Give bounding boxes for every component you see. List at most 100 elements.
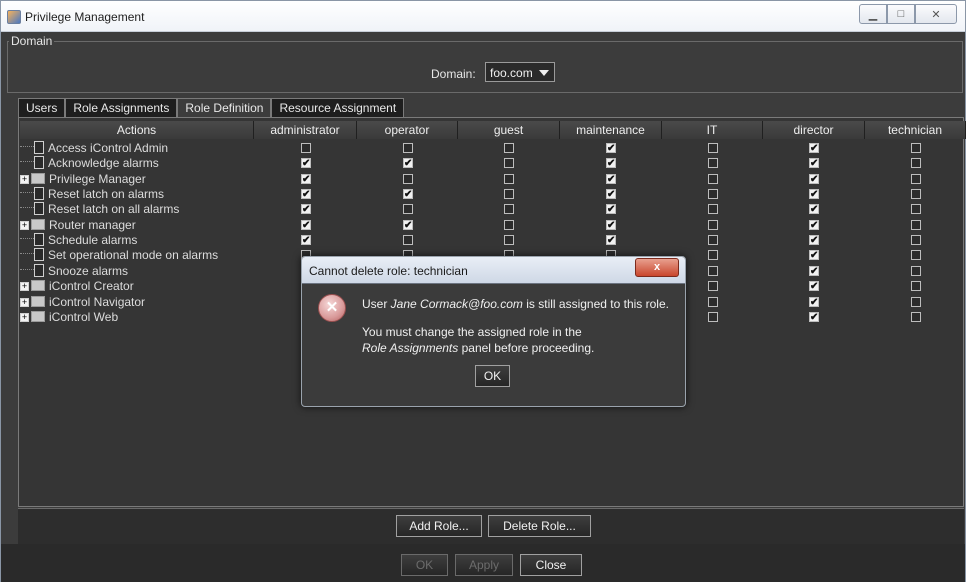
- checkbox-director[interactable]: ✔: [809, 281, 819, 292]
- column-header-operator[interactable]: operator: [357, 121, 458, 139]
- expand-icon[interactable]: +: [20, 174, 29, 184]
- checkbox-administrator[interactable]: [301, 143, 311, 153]
- checkbox-technician[interactable]: [911, 189, 921, 200]
- checkbox-maintenance[interactable]: ✔: [606, 143, 616, 154]
- checkbox-it[interactable]: [708, 173, 718, 184]
- tree-node[interactable]: Reset latch on alarms: [20, 187, 164, 202]
- tree-node[interactable]: + iControl Navigator: [20, 295, 145, 310]
- checkbox-guest[interactable]: [504, 204, 514, 215]
- domain-select[interactable]: foo.com: [485, 62, 555, 82]
- checkbox-operator[interactable]: ✔: [403, 219, 413, 230]
- table-row[interactable]: Schedule alarms ✔ ✔ ✔: [20, 233, 965, 248]
- checkbox-director[interactable]: ✔: [809, 158, 819, 169]
- checkbox-guest[interactable]: [504, 143, 514, 153]
- expand-icon[interactable]: +: [20, 220, 29, 230]
- checkbox-director[interactable]: ✔: [809, 235, 819, 246]
- add-role-button[interactable]: Add Role...: [396, 515, 482, 537]
- checkbox-it[interactable]: [708, 265, 718, 276]
- checkbox-operator[interactable]: [403, 204, 413, 215]
- checkbox-it[interactable]: [708, 235, 718, 246]
- checkbox-it[interactable]: [708, 219, 718, 230]
- expand-icon[interactable]: +: [20, 282, 29, 292]
- tree-node[interactable]: Snooze alarms: [20, 263, 128, 279]
- table-row[interactable]: Reset latch on all alarms ✔ ✔ ✔: [20, 202, 965, 217]
- checkbox-it[interactable]: [708, 296, 718, 307]
- dialog-ok-button[interactable]: OK: [475, 365, 510, 387]
- checkbox-director[interactable]: ✔: [809, 189, 819, 200]
- checkbox-technician[interactable]: [911, 219, 921, 230]
- column-header-technician[interactable]: technician: [865, 121, 966, 139]
- checkbox-maintenance[interactable]: ✔: [606, 173, 616, 184]
- checkbox-administrator[interactable]: ✔: [301, 204, 311, 215]
- checkbox-administrator[interactable]: ✔: [301, 235, 311, 246]
- checkbox-it[interactable]: [708, 250, 718, 261]
- close-window-button[interactable]: ✕: [915, 4, 957, 24]
- checkbox-guest[interactable]: [504, 158, 514, 169]
- checkbox-technician[interactable]: [911, 296, 921, 307]
- checkbox-administrator[interactable]: ✔: [301, 219, 311, 230]
- column-header-director[interactable]: director: [763, 121, 865, 139]
- checkbox-maintenance[interactable]: ✔: [606, 219, 616, 230]
- checkbox-technician[interactable]: [911, 204, 921, 215]
- checkbox-technician[interactable]: [911, 158, 921, 169]
- checkbox-maintenance[interactable]: ✔: [606, 189, 616, 200]
- checkbox-technician[interactable]: [911, 173, 921, 184]
- ok-button[interactable]: OK: [401, 554, 448, 576]
- checkbox-it[interactable]: [708, 281, 718, 292]
- checkbox-technician[interactable]: [911, 311, 921, 322]
- checkbox-guest[interactable]: [504, 173, 514, 184]
- tree-node[interactable]: + iControl Web: [20, 310, 118, 325]
- table-row[interactable]: Acknowledge alarms ✔ ✔ ✔ ✔: [20, 156, 965, 171]
- close-button[interactable]: Close: [520, 554, 582, 576]
- checkbox-administrator[interactable]: ✔: [301, 173, 311, 184]
- tree-node[interactable]: Schedule alarms: [20, 233, 137, 248]
- checkbox-administrator[interactable]: ✔: [301, 158, 311, 169]
- checkbox-director[interactable]: ✔: [809, 296, 819, 307]
- table-row[interactable]: Access iControl Admin ✔ ✔: [20, 141, 965, 156]
- checkbox-operator[interactable]: ✔: [403, 158, 413, 169]
- checkbox-director[interactable]: ✔: [809, 143, 819, 154]
- checkbox-technician[interactable]: [911, 281, 921, 292]
- checkbox-guest[interactable]: [504, 219, 514, 230]
- checkbox-operator[interactable]: [403, 173, 413, 184]
- minimize-button[interactable]: ▁: [859, 4, 887, 24]
- checkbox-technician[interactable]: [911, 250, 921, 261]
- checkbox-it[interactable]: [708, 189, 718, 200]
- checkbox-director[interactable]: ✔: [809, 219, 819, 230]
- column-header-guest[interactable]: guest: [458, 121, 560, 139]
- checkbox-technician[interactable]: [911, 265, 921, 276]
- tab-resource-assignment[interactable]: Resource Assignment: [271, 98, 405, 118]
- tree-node[interactable]: + Router manager: [20, 218, 136, 233]
- checkbox-administrator[interactable]: ✔: [301, 189, 311, 200]
- checkbox-maintenance[interactable]: ✔: [606, 204, 616, 215]
- apply-button[interactable]: Apply: [455, 554, 513, 576]
- checkbox-it[interactable]: [708, 311, 718, 322]
- checkbox-guest[interactable]: [504, 235, 514, 246]
- checkbox-director[interactable]: ✔: [809, 250, 819, 261]
- expand-icon[interactable]: +: [20, 312, 29, 322]
- checkbox-technician[interactable]: [911, 235, 921, 246]
- expand-icon[interactable]: +: [20, 297, 29, 307]
- tab-users[interactable]: Users: [18, 98, 66, 118]
- tree-node[interactable]: Acknowledge alarms: [20, 156, 159, 171]
- column-header-it[interactable]: IT: [662, 121, 763, 139]
- tree-node[interactable]: + iControl Creator: [20, 279, 134, 294]
- checkbox-operator[interactable]: [403, 143, 413, 153]
- tree-node[interactable]: + Privilege Manager: [20, 172, 146, 187]
- checkbox-it[interactable]: [708, 158, 718, 169]
- column-header-administrator[interactable]: administrator: [254, 121, 357, 139]
- delete-role-button[interactable]: Delete Role...: [488, 515, 591, 537]
- tree-node[interactable]: Access iControl Admin: [20, 141, 168, 156]
- checkbox-director[interactable]: ✔: [809, 204, 819, 215]
- checkbox-it[interactable]: [708, 204, 718, 215]
- tab-role-definition[interactable]: Role Definition: [177, 98, 272, 119]
- checkbox-director[interactable]: ✔: [809, 173, 819, 184]
- table-row[interactable]: Reset latch on alarms ✔ ✔ ✔ ✔: [20, 187, 965, 202]
- tree-node[interactable]: Reset latch on all alarms: [20, 202, 179, 217]
- tab-role-assignments[interactable]: Role Assignments: [65, 98, 178, 118]
- checkbox-operator[interactable]: [403, 235, 413, 246]
- column-header-actions[interactable]: Actions: [20, 121, 254, 139]
- checkbox-director[interactable]: ✔: [809, 265, 819, 276]
- checkbox-director[interactable]: ✔: [809, 311, 819, 322]
- maximize-button[interactable]: □: [887, 4, 915, 24]
